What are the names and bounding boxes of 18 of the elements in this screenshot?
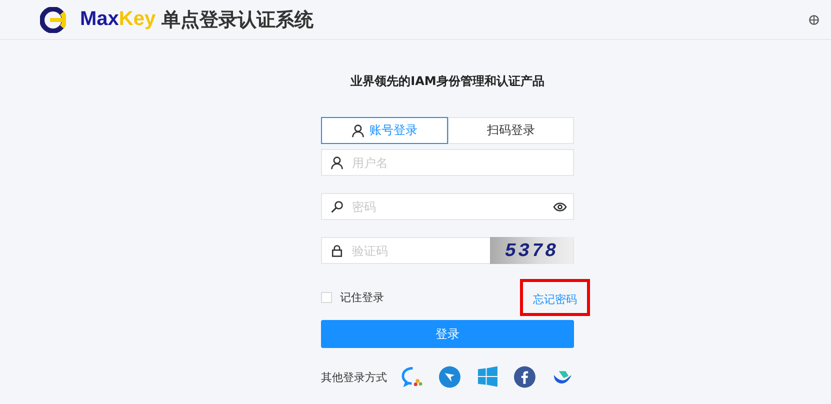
remember-checkbox[interactable] (321, 292, 332, 302)
remember-label: 记住登录 (340, 290, 384, 304)
chat-bubble-icon[interactable] (401, 365, 424, 389)
lock-icon (330, 244, 344, 258)
globe-icon[interactable] (809, 14, 819, 24)
windows-icon[interactable] (476, 365, 500, 389)
facebook-icon[interactable] (513, 365, 537, 389)
captcha-image[interactable]: 5378 (490, 237, 573, 264)
eye-icon[interactable] (553, 202, 567, 212)
tagline: 业界领先的IAM身份管理和认证产品 (350, 73, 546, 90)
app-title: 单点登录认证系统 (162, 8, 314, 32)
logo-icon (40, 6, 66, 32)
other-login-label: 其他登录方式 (321, 370, 387, 384)
user-icon (330, 156, 344, 170)
paper-plane-icon[interactable] (438, 365, 462, 389)
login-tab[interactable]: 扫码登录 (448, 117, 574, 144)
user-icon (351, 124, 366, 138)
brand-name: MaxKey (80, 8, 156, 31)
